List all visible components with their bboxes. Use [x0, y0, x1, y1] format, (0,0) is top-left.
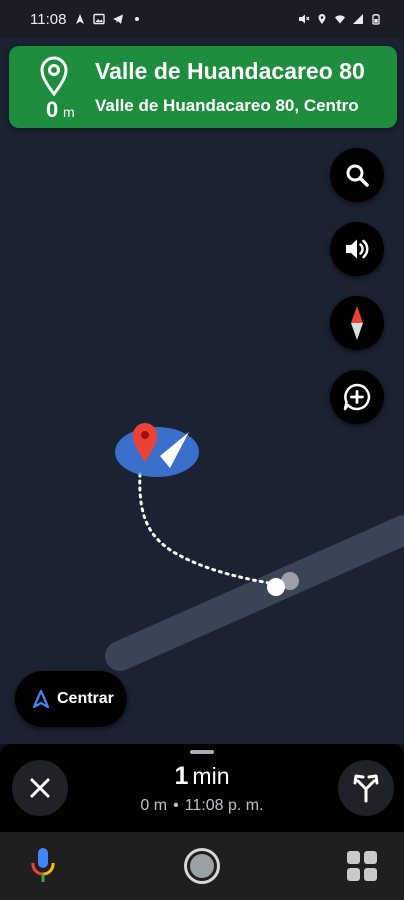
signal-icon	[353, 14, 363, 24]
telegram-icon	[113, 14, 124, 24]
trip-summary-panel[interactable]: 1 min 0 m • 11:08 p. m.	[0, 744, 404, 832]
compass-button[interactable]	[330, 296, 384, 350]
separator-dot: •	[173, 797, 179, 814]
distance-value: 0	[46, 97, 59, 122]
location-icon	[318, 14, 326, 24]
add-report-icon	[343, 383, 371, 411]
app-grid-icon[interactable]	[345, 849, 379, 883]
navigation-banner[interactable]: 0 m Valle de Huandacareo 80 Valle de Hua…	[9, 46, 397, 128]
recenter-button[interactable]: Centrar	[15, 671, 127, 727]
navigation-icon	[76, 14, 85, 24]
recenter-label: Centrar	[57, 690, 114, 707]
image-icon	[93, 13, 106, 25]
remaining-distance: 0 m	[140, 797, 168, 814]
home-button[interactable]	[184, 848, 220, 884]
close-icon	[30, 778, 50, 798]
drag-handle[interactable]	[190, 750, 214, 754]
home-button-inner	[190, 854, 214, 878]
search-button[interactable]	[330, 148, 384, 202]
arrival-time: 11:08 p. m.	[184, 797, 264, 814]
mute-icon	[299, 14, 310, 24]
navigation-arrow-icon	[33, 690, 49, 708]
fork-route-icon	[353, 774, 379, 803]
duration-unit: min	[192, 763, 230, 789]
street-name: Valle de Huandacareo 80	[95, 58, 365, 84]
location-pin-icon	[40, 56, 68, 96]
navigation-screen: 11:08 0 m Valle de Huandacareo 80 Valle …	[0, 0, 404, 900]
exit-navigation-button[interactable]	[12, 760, 68, 816]
road	[105, 515, 404, 671]
status-left-icons	[74, 13, 143, 25]
destination-dot	[267, 578, 285, 596]
distance-unit: m	[63, 104, 75, 120]
alternate-routes-button[interactable]	[338, 760, 394, 816]
dot-icon	[135, 17, 140, 21]
volume-icon	[346, 239, 369, 259]
status-bar: 11:08	[0, 0, 404, 38]
add-report-button[interactable]	[330, 370, 384, 424]
trip-eta: 1 min 0 m • 11:08 p. m.	[100, 762, 304, 815]
status-time: 11:08	[30, 10, 67, 28]
system-navigation-bar	[0, 832, 404, 900]
route-trail	[138, 472, 277, 586]
microphone-icon[interactable]	[28, 846, 58, 886]
street-subtitle: Valle de Huandacareo 80, Centro	[95, 96, 359, 115]
trip-details: 0 m • 11:08 p. m.	[100, 797, 304, 815]
duration-value: 1	[174, 762, 189, 790]
status-right-icons	[298, 13, 382, 25]
compass-icon	[351, 306, 363, 340]
battery-icon	[372, 14, 380, 25]
trip-duration: 1 min	[100, 762, 304, 791]
sound-button[interactable]	[330, 222, 384, 276]
search-icon	[346, 164, 369, 187]
wifi-icon	[335, 15, 345, 24]
